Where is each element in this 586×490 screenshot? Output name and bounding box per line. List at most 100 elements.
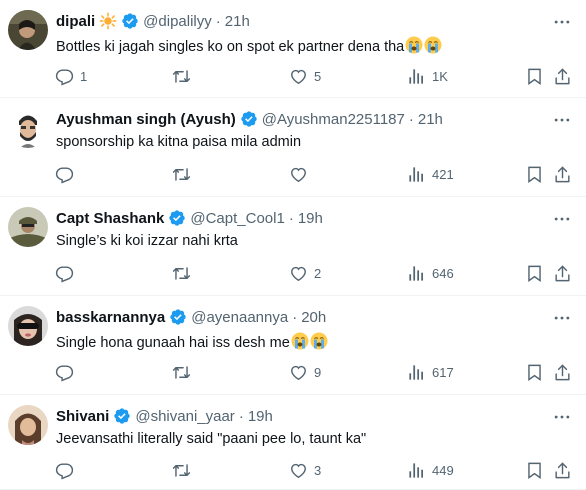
user-handle[interactable]: @Capt_Cool1 <box>190 210 284 227</box>
reply-button[interactable] <box>55 162 80 186</box>
verified-icon[interactable] <box>113 407 131 425</box>
bookmark-icon[interactable] <box>525 461 544 480</box>
tweet-header: basskarnannya @ayenaannya · 20h <box>56 307 326 327</box>
display-name[interactable]: dipali <box>56 13 95 30</box>
reply-tweet[interactable]: Capt Shashank @Capt_Cool1 · 19h Single’s ki … <box>0 197 586 296</box>
like-icon[interactable] <box>289 165 308 184</box>
views-button[interactable]: 1K <box>407 64 448 88</box>
views-button[interactable]: 449 <box>407 458 454 482</box>
share-button[interactable] <box>553 360 572 384</box>
views-icon[interactable] <box>407 264 426 283</box>
reply-tweet[interactable]: Shivani @shivani_yaar · 19h Jeevansathi lite… <box>0 395 586 490</box>
like-icon[interactable] <box>289 363 308 382</box>
reply-tweet[interactable]: Ayushman singh (Ayush) @Ayushman2251187 · 2… <box>0 98 586 197</box>
share-icon[interactable] <box>553 165 572 184</box>
display-name[interactable]: Ayushman singh (Ayush) <box>56 111 236 128</box>
views-button[interactable]: 646 <box>407 261 454 285</box>
views-icon[interactable] <box>407 67 426 86</box>
action-bar: 1 5 1K <box>0 64 586 88</box>
reply-button-count: 1 <box>80 68 88 84</box>
bookmark-button[interactable] <box>525 458 544 482</box>
reply-button[interactable] <box>55 360 80 384</box>
share-button[interactable] <box>553 162 572 186</box>
more-icon[interactable] <box>552 407 572 427</box>
avatar[interactable] <box>8 306 48 346</box>
verified-icon[interactable] <box>121 12 139 30</box>
reply-button[interactable] <box>55 458 80 482</box>
display-name[interactable]: Capt Shashank <box>56 210 164 227</box>
like-icon[interactable] <box>289 67 308 86</box>
retweet-icon[interactable] <box>172 461 191 480</box>
like-icon[interactable] <box>289 461 308 480</box>
reply-button[interactable]: 1 <box>55 64 87 88</box>
retweet-button[interactable] <box>172 64 197 88</box>
reply-icon[interactable] <box>55 461 74 480</box>
bookmark-button[interactable] <box>525 261 544 285</box>
retweet-button[interactable] <box>172 261 197 285</box>
verified-icon[interactable] <box>240 110 258 128</box>
views-button[interactable]: 421 <box>407 162 454 186</box>
reply-icon[interactable] <box>55 67 74 86</box>
reply-icon[interactable] <box>55 363 74 382</box>
views-icon[interactable] <box>407 363 426 382</box>
views-button-count: 617 <box>432 364 454 380</box>
bookmark-button[interactable] <box>525 162 544 186</box>
reply-icon[interactable] <box>55 264 74 283</box>
share-icon[interactable] <box>553 67 572 86</box>
reply-tweet[interactable]: dipali @dipalilyy · 21h Bottles ki jagah sin… <box>0 0 586 98</box>
like-button[interactable]: 2 <box>289 261 321 285</box>
share-icon[interactable] <box>553 461 572 480</box>
bookmark-button[interactable] <box>525 360 544 384</box>
avatar[interactable] <box>8 207 48 247</box>
timestamp[interactable]: 19h <box>248 408 273 425</box>
avatar[interactable] <box>8 10 48 50</box>
views-button[interactable]: 617 <box>407 360 454 384</box>
retweet-button[interactable] <box>172 162 197 186</box>
user-handle[interactable]: @dipalilyy <box>143 13 212 30</box>
retweet-icon[interactable] <box>172 264 191 283</box>
more-icon[interactable] <box>552 12 572 32</box>
timestamp[interactable]: 21h <box>418 111 443 128</box>
bookmark-icon[interactable] <box>525 264 544 283</box>
views-icon[interactable] <box>407 461 426 480</box>
like-button[interactable]: 9 <box>289 360 321 384</box>
user-handle[interactable]: @shivani_yaar <box>135 408 234 425</box>
display-name[interactable]: Shivani <box>56 408 109 425</box>
display-name[interactable]: basskarnannya <box>56 309 165 326</box>
more-icon[interactable] <box>552 110 572 130</box>
retweet-icon[interactable] <box>172 67 191 86</box>
retweet-icon[interactable] <box>172 165 191 184</box>
share-button[interactable] <box>553 64 572 88</box>
more-icon[interactable] <box>552 209 572 229</box>
like-button-count: 5 <box>314 68 322 84</box>
reply-icon[interactable] <box>55 165 74 184</box>
user-handle[interactable]: @Ayushman2251187 <box>262 111 405 128</box>
avatar[interactable] <box>8 405 48 445</box>
verified-icon[interactable] <box>168 209 186 227</box>
timestamp[interactable]: 21h <box>225 13 250 30</box>
timestamp[interactable]: 19h <box>298 210 323 227</box>
like-button[interactable] <box>289 162 314 186</box>
views-icon[interactable] <box>407 165 426 184</box>
like-button[interactable]: 5 <box>289 64 321 88</box>
avatar[interactable] <box>8 108 48 148</box>
retweet-button[interactable] <box>172 458 197 482</box>
retweet-icon[interactable] <box>172 363 191 382</box>
user-handle[interactable]: @ayenaannya <box>191 309 288 326</box>
bookmark-icon[interactable] <box>525 363 544 382</box>
reply-button[interactable] <box>55 261 80 285</box>
bookmark-button[interactable] <box>525 64 544 88</box>
verified-icon[interactable] <box>169 308 187 326</box>
like-icon[interactable] <box>289 264 308 283</box>
retweet-button[interactable] <box>172 360 197 384</box>
more-icon[interactable] <box>552 308 572 328</box>
share-icon[interactable] <box>553 264 572 283</box>
timestamp[interactable]: 20h <box>301 309 326 326</box>
share-icon[interactable] <box>553 363 572 382</box>
share-button[interactable] <box>553 458 572 482</box>
share-button[interactable] <box>553 261 572 285</box>
like-button[interactable]: 3 <box>289 458 321 482</box>
bookmark-icon[interactable] <box>525 67 544 86</box>
reply-tweet[interactable]: basskarnannya @ayenaannya · 20h Single hona … <box>0 296 586 395</box>
bookmark-icon[interactable] <box>525 165 544 184</box>
